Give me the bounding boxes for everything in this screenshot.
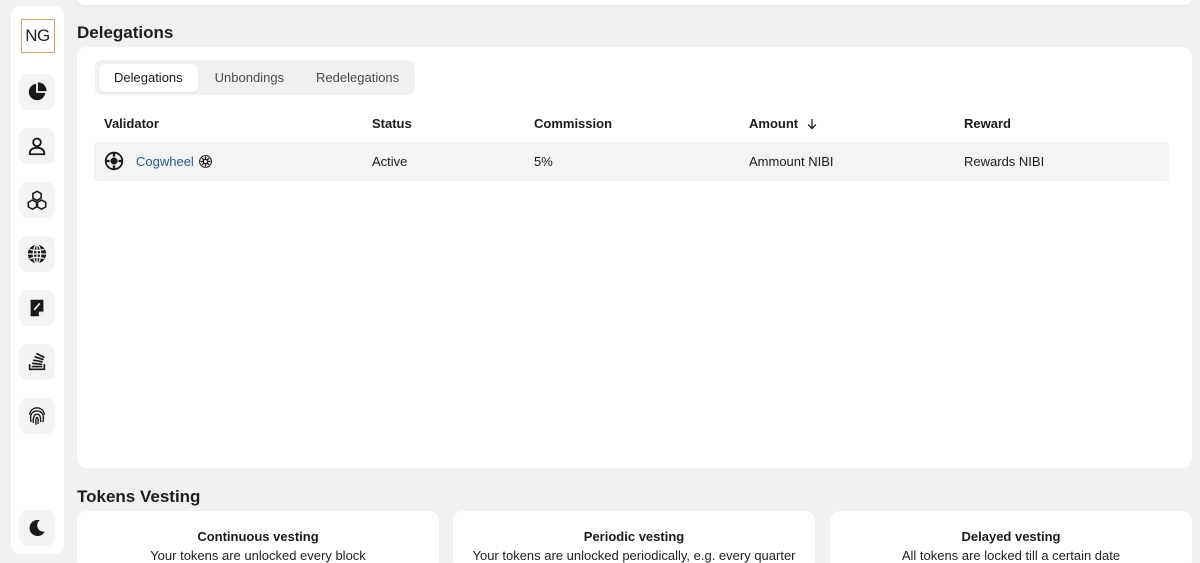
vesting-card-continuous[interactable]: Continuous vesting Your tokens are unloc… <box>77 511 439 563</box>
user-icon <box>28 137 46 156</box>
status-cell: Active <box>372 154 408 169</box>
stack-icon <box>28 352 46 371</box>
column-header-label: Validator <box>104 116 159 131</box>
tokens-vesting-title: Tokens Vesting <box>77 487 201 506</box>
top-card <box>77 0 1192 5</box>
vesting-card-periodic[interactable]: Periodic vesting Your tokens are unlocke… <box>453 511 815 563</box>
tab-redelegations[interactable]: Redelegations <box>301 64 414 92</box>
validator-avatar-icon <box>104 151 124 171</box>
vesting-card-title: Continuous vesting <box>197 529 319 544</box>
sidebar-item-blocks[interactable] <box>19 182 55 218</box>
column-header-label: Commission <box>534 116 613 131</box>
vesting-card-title: Periodic vesting <box>583 529 685 544</box>
sort-arrow-down-icon <box>807 118 817 129</box>
delegation-tabs: Delegations Unbondings Redelegations <box>95 60 415 95</box>
validator-link[interactable]: Cogwheel <box>136 154 194 169</box>
sidebar-item-identity[interactable] <box>19 398 55 434</box>
logo[interactable]: NG <box>20 19 55 53</box>
sidebar: NG <box>11 6 64 554</box>
delegations-title: Delegations <box>77 23 174 42</box>
vesting-card-title: Delayed vesting <box>961 529 1061 544</box>
sidebar-item-proposals[interactable] <box>19 290 55 326</box>
cubes-icon <box>27 190 47 210</box>
column-header-label: Amount <box>749 116 799 131</box>
table-row[interactable]: Cogwheel Active 5% Ammount NIBI Rewards … <box>94 142 1169 181</box>
column-header-status[interactable]: Status <box>372 116 412 131</box>
vesting-card-delayed[interactable]: Delayed vesting All tokens are locked ti… <box>830 511 1192 563</box>
column-header-reward[interactable]: Reward <box>964 116 1011 131</box>
column-header-label: Reward <box>964 116 1011 131</box>
vesting-card-description: Your tokens are unlocked every block <box>150 548 366 563</box>
column-header-validator[interactable]: Validator <box>104 116 159 131</box>
column-header-label: Status <box>372 116 412 131</box>
commission-cell: 5% <box>534 154 553 169</box>
sidebar-item-account[interactable] <box>19 128 55 164</box>
reward-cell: Rewards NIBI <box>964 154 1045 169</box>
globe-icon <box>27 244 47 264</box>
column-header-amount[interactable]: Amount <box>749 116 818 131</box>
sidebar-item-dashboard[interactable] <box>19 74 55 110</box>
column-header-commission[interactable]: Commission <box>534 116 612 131</box>
tab-delegations[interactable]: Delegations <box>99 63 198 92</box>
document-icon <box>30 299 44 317</box>
sidebar-item-staking[interactable] <box>19 344 55 380</box>
settings-gear-icon[interactable] <box>198 154 213 169</box>
fingerprint-icon <box>28 407 46 425</box>
amount-cell: Ammount NIBI <box>749 154 834 169</box>
vesting-card-description: All tokens are locked till a certain dat… <box>901 548 1121 563</box>
theme-toggle[interactable] <box>19 510 55 546</box>
tab-unbondings[interactable]: Unbondings <box>200 64 299 92</box>
validator-cell: Cogwheel <box>104 151 213 171</box>
pie-chart-icon <box>28 82 47 101</box>
delegations-card: Delegations Unbondings Redelegations Val… <box>77 47 1192 468</box>
moon-icon <box>29 519 45 537</box>
vesting-card-description: Your tokens are unlocked periodically, e… <box>472 548 796 563</box>
sidebar-item-network[interactable] <box>19 236 55 272</box>
